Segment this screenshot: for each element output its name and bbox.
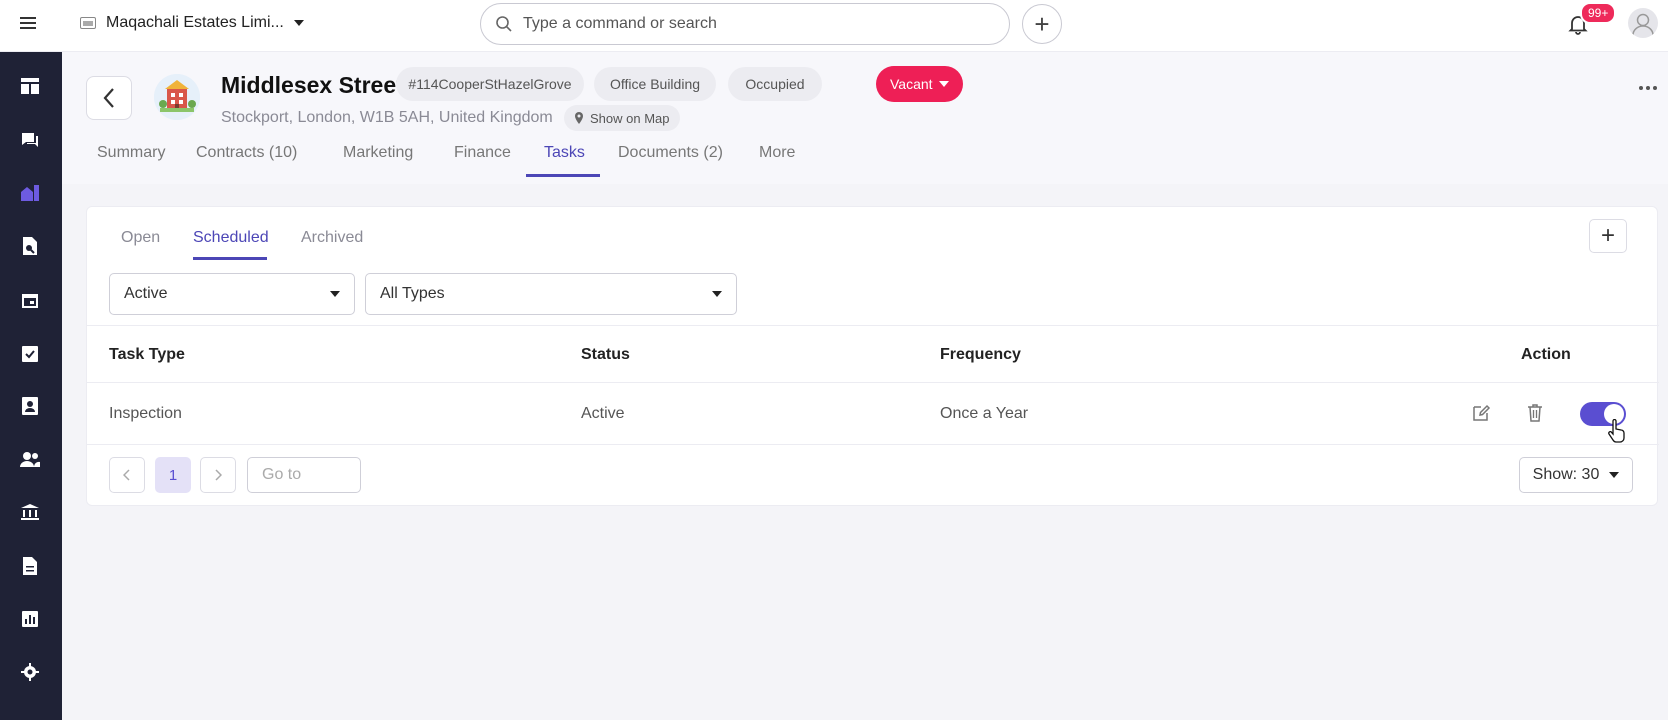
search-document-icon[interactable] <box>17 233 43 259</box>
chevron-down-icon <box>712 291 722 297</box>
document-icon[interactable] <box>17 553 43 579</box>
pointer-hand-icon <box>1607 418 1627 443</box>
reference-chip: #114CooperStHazelGrove <box>396 67 584 101</box>
active-subtab-indicator <box>193 257 267 260</box>
chevron-down-icon <box>1609 472 1620 478</box>
company-logo-icon <box>80 17 96 29</box>
settings-icon[interactable] <box>17 659 43 685</box>
previous-page-button[interactable] <box>109 457 145 493</box>
tab-documents[interactable]: Documents (2) <box>618 144 723 162</box>
top-bar: Maqachali Estates Limi... + 99+ <box>0 0 1668 52</box>
go-to-page-input[interactable] <box>247 457 361 493</box>
tab-tasks[interactable]: Tasks <box>544 144 585 162</box>
status-filter-select[interactable]: Active <box>109 273 355 315</box>
page-size-value: Show: 30 <box>1532 466 1600 483</box>
column-frequency: Frequency <box>940 346 1021 363</box>
property-thumbnail <box>154 74 200 120</box>
subtab-open[interactable]: Open <box>121 229 160 247</box>
sidebar <box>0 52 62 720</box>
chevron-down-icon <box>330 291 340 297</box>
column-status: Status <box>581 346 630 363</box>
chevron-left-icon <box>103 88 114 108</box>
tab-summary[interactable]: Summary <box>97 144 165 162</box>
vacancy-status-label: Vacant <box>890 76 933 92</box>
map-pin-icon <box>575 112 583 124</box>
search-icon <box>496 16 512 32</box>
more-options-icon[interactable] <box>1639 84 1663 92</box>
bank-icon[interactable] <box>17 499 43 525</box>
contacts-icon[interactable] <box>17 393 43 419</box>
back-button[interactable] <box>86 76 132 120</box>
subtab-archived[interactable]: Archived <box>301 229 363 247</box>
scheduled-tasks-card: Open Scheduled Archived + Active All Typ… <box>86 206 1659 506</box>
chevron-down-icon <box>293 20 304 26</box>
occupancy-chip: Occupied <box>728 67 822 101</box>
chevron-left-icon <box>123 469 130 481</box>
chevron-right-icon <box>215 469 222 481</box>
delete-trash-icon[interactable] <box>1523 401 1547 425</box>
status-cell: Active <box>581 405 625 422</box>
subtab-scheduled[interactable]: Scheduled <box>193 229 269 247</box>
vacancy-status-dropdown[interactable]: Vacant <box>876 66 963 102</box>
tab-more[interactable]: More <box>759 144 795 162</box>
chevron-down-icon <box>938 81 949 87</box>
user-avatar[interactable] <box>1628 8 1658 38</box>
command-search-bar[interactable] <box>480 3 1010 45</box>
company-selector[interactable]: Maqachali Estates Limi... <box>80 14 304 32</box>
add-task-button[interactable]: + <box>1589 219 1627 253</box>
page-size-select[interactable]: Show: 30 <box>1519 457 1633 493</box>
property-type-chip: Office Building <box>594 67 716 101</box>
property-title: Middlesex Street <box>221 72 404 98</box>
properties-icon[interactable] <box>17 180 43 206</box>
active-tab-indicator <box>526 174 600 177</box>
chat-icon[interactable] <box>17 127 43 153</box>
type-filter-value: All Types <box>380 285 445 302</box>
frequency-cell: Once a Year <box>940 405 1029 422</box>
type-filter-select[interactable]: All Types <box>365 273 737 315</box>
property-header: Middlesex Street #114CooperStHazelGrove … <box>62 52 1668 184</box>
checklist-icon[interactable] <box>17 340 43 366</box>
tab-contracts[interactable]: Contracts (10) <box>196 144 297 162</box>
notification-count-badge: 99+ <box>1580 2 1617 24</box>
column-task-type: Task Type <box>109 346 185 363</box>
column-action: Action <box>1521 346 1571 363</box>
table-header: Task Type Status Frequency Action <box>87 325 1659 383</box>
next-page-button[interactable] <box>200 457 236 493</box>
show-on-map-label: Show on Map <box>590 110 670 126</box>
task-type-cell: Inspection <box>109 405 182 422</box>
quick-add-button[interactable]: + <box>1022 4 1062 44</box>
edit-icon[interactable] <box>1469 401 1493 425</box>
search-input[interactable] <box>523 15 963 33</box>
reports-icon[interactable] <box>17 606 43 632</box>
status-filter-value: Active <box>124 285 168 302</box>
people-icon[interactable] <box>17 446 43 472</box>
tab-marketing[interactable]: Marketing <box>343 144 413 162</box>
current-page-button[interactable]: 1 <box>155 457 191 493</box>
company-name: Maqachali Estates Limi... <box>106 14 284 31</box>
hamburger-menu-icon[interactable] <box>16 14 40 38</box>
dashboard-icon[interactable] <box>17 73 43 99</box>
table-row[interactable]: Inspection Active Once a Year <box>87 383 1659 445</box>
calendar-icon[interactable] <box>17 287 43 313</box>
property-address: Stockport, London, W1B 5AH, United Kingd… <box>221 109 553 126</box>
show-on-map-button[interactable]: Show on Map <box>564 105 680 131</box>
tab-finance[interactable]: Finance <box>454 144 511 162</box>
